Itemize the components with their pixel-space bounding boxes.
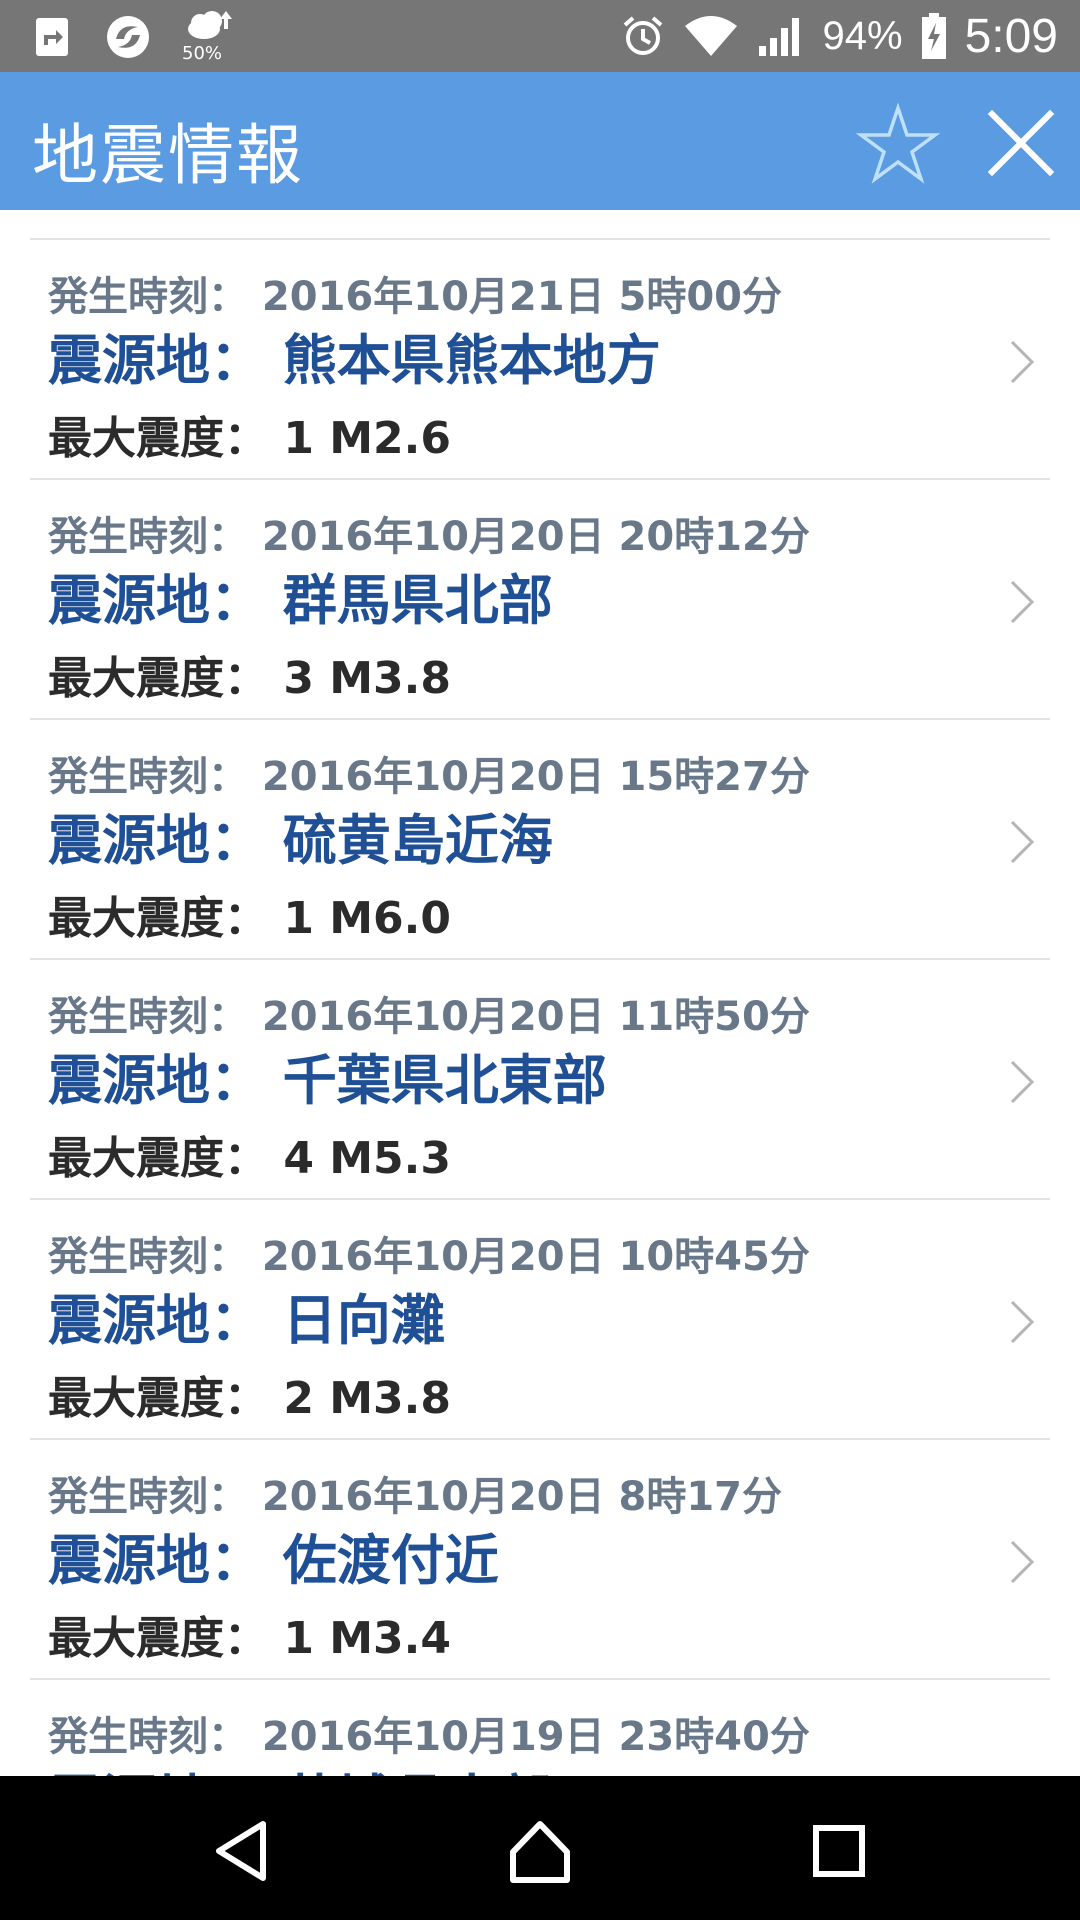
epicenter: 震源地： 日向灘 <box>48 1289 445 1352</box>
chevron-right-icon <box>1010 1060 1035 1104</box>
star-outline-icon <box>855 102 941 184</box>
occurrence-time: 発生時刻： 2016年10月19日 23時40分 <box>48 1714 810 1760</box>
home-icon <box>510 1821 570 1883</box>
navigation-bar <box>0 1776 1080 1920</box>
epicenter: 震源地： 茨城県南部 <box>48 1756 553 1776</box>
max-intensity: 最大震度： 1 M3.4 <box>48 1613 451 1664</box>
epicenter: 震源地： 熊本県熊本地方 <box>48 329 661 392</box>
epicenter: 震源地： 佐渡付近 <box>48 1529 499 1592</box>
close-button[interactable] <box>984 106 1058 180</box>
back-icon <box>216 1821 266 1881</box>
battery-charging-icon <box>921 13 947 59</box>
back-button[interactable] <box>207 1816 277 1886</box>
chevron-right-icon <box>1010 1300 1035 1344</box>
occurrence-time: 発生時刻： 2016年10月20日 15時27分 <box>48 754 810 800</box>
chevron-right-icon <box>1010 820 1035 864</box>
occurrence-time: 発生時刻： 2016年10月20日 8時17分 <box>48 1474 783 1520</box>
wifi-icon <box>683 14 739 58</box>
max-intensity: 最大震度： 1 M6.0 <box>48 893 451 944</box>
clock: 5:09 <box>964 9 1058 63</box>
occurrence-time: 発生時刻： 2016年10月21日 5時00分 <box>48 274 783 320</box>
recents-button[interactable] <box>804 1816 874 1886</box>
max-intensity: 最大震度： 2 M3.8 <box>48 1373 451 1424</box>
status-bar-left: 50% <box>30 10 238 64</box>
list-item[interactable]: 発生時刻： 2016年10月21日 5時00分 震源地： 熊本県熊本地方 最大震… <box>30 238 1050 480</box>
max-intensity: 最大震度： 4 M5.3 <box>48 1133 451 1184</box>
page-title: 地震情報 <box>32 117 304 194</box>
chevron-right-icon <box>1010 580 1035 624</box>
app-shortcut-icon <box>30 15 74 59</box>
recents-icon <box>813 1825 865 1877</box>
max-intensity: 最大震度： 1 M2.6 <box>48 413 451 464</box>
epicenter: 震源地： 千葉県北東部 <box>48 1049 607 1112</box>
close-icon <box>987 109 1055 177</box>
app-bar: 地震情報 <box>0 72 1080 210</box>
chevron-right-icon <box>1010 340 1035 384</box>
list-item[interactable]: 発生時刻： 2016年10月20日 8時17分 震源地： 佐渡付近 最大震度： … <box>30 1438 1050 1680</box>
weather-percent: 50% <box>182 43 223 64</box>
list-item[interactable]: 発生時刻： 2016年10月20日 15時27分 震源地： 硫黄島近海 最大震度… <box>30 718 1050 960</box>
alarm-icon <box>621 14 665 58</box>
epicenter: 震源地： 群馬県北部 <box>48 569 553 632</box>
occurrence-time: 発生時刻： 2016年10月20日 10時45分 <box>48 1234 810 1280</box>
list-item[interactable]: 発生時刻： 2016年10月20日 20時12分 震源地： 群馬県北部 最大震度… <box>30 478 1050 720</box>
chevron-right-icon <box>1010 1540 1035 1584</box>
status-bar-right: 94% 5:09 <box>621 0 1058 72</box>
occurrence-time: 発生時刻： 2016年10月20日 20時12分 <box>48 514 810 560</box>
list-item[interactable]: 発生時刻： 2016年10月19日 23時40分 震源地： 茨城県南部 <box>30 1678 1050 1776</box>
earthquake-list[interactable]: 発生時刻： 2016年10月21日 5時00分 震源地： 熊本県熊本地方 最大震… <box>0 210 1080 1776</box>
home-button[interactable] <box>505 1816 575 1886</box>
favorite-button[interactable] <box>855 102 941 186</box>
max-intensity: 最大震度： 3 M3.8 <box>48 653 451 704</box>
signal-icon <box>757 14 805 58</box>
list-item[interactable]: 発生時刻： 2016年10月20日 11時50分 震源地： 千葉県北東部 最大震… <box>30 958 1050 1200</box>
epicenter: 震源地： 硫黄島近海 <box>48 809 553 872</box>
sync-icon <box>104 13 152 61</box>
list-item[interactable]: 発生時刻： 2016年10月20日 10時45分 震源地： 日向灘 最大震度： … <box>30 1198 1050 1440</box>
battery-percent: 94% <box>822 13 903 58</box>
occurrence-time: 発生時刻： 2016年10月20日 11時50分 <box>48 994 810 1040</box>
status-bar: 50% 94% 5:09 <box>0 0 1080 72</box>
weather-icon: 50% <box>182 7 238 67</box>
